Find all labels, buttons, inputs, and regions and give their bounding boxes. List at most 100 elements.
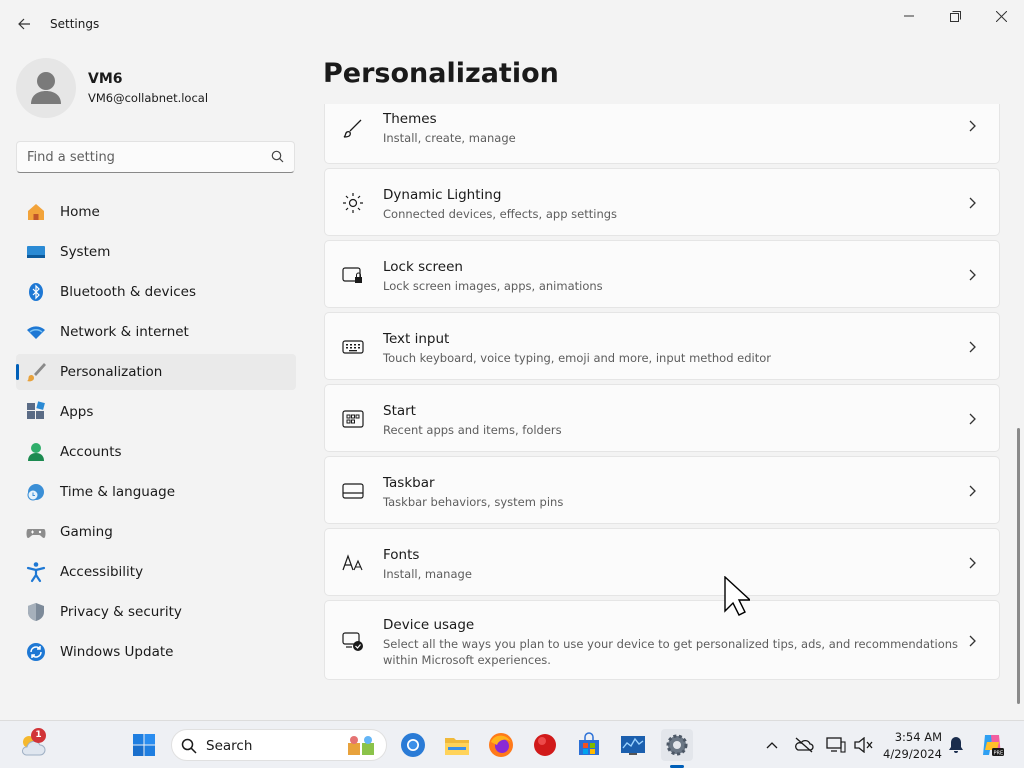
card-dynamic-lighting[interactable]: Dynamic Lighting Connected devices, effe… bbox=[324, 168, 1000, 236]
sidebar-item-time-language[interactable]: Time & language bbox=[16, 474, 296, 510]
page-title: Personalization bbox=[323, 58, 559, 89]
windows-logo-icon bbox=[133, 734, 155, 756]
gear-icon bbox=[666, 734, 688, 756]
sidebar-item-system[interactable]: System bbox=[16, 234, 296, 270]
paintbrush-icon bbox=[25, 361, 47, 383]
taskbar-file-explorer[interactable] bbox=[441, 729, 473, 761]
chevron-right-icon bbox=[967, 412, 979, 426]
sidebar-item-accessibility[interactable]: Accessibility bbox=[16, 554, 296, 590]
search-highlight-icon bbox=[348, 736, 374, 755]
sidebar-item-bluetooth[interactable]: Bluetooth & devices bbox=[16, 274, 296, 310]
home-icon bbox=[25, 201, 47, 223]
sidebar-item-label: Bluetooth & devices bbox=[60, 284, 197, 300]
scrollbar-thumb[interactable] bbox=[1017, 428, 1020, 704]
chevron-right-icon bbox=[967, 634, 979, 648]
settings-card-list: Themes Install, create, manage Dynamic L… bbox=[324, 104, 1000, 716]
restore-icon bbox=[949, 10, 961, 22]
card-device-usage[interactable]: Device usage Select all the ways you pla… bbox=[324, 600, 1000, 680]
sidebar-item-apps[interactable]: Apps bbox=[16, 394, 296, 430]
minimize-button[interactable] bbox=[886, 0, 932, 32]
search-input[interactable] bbox=[17, 142, 257, 172]
card-themes[interactable]: Themes Install, create, manage bbox=[324, 104, 1000, 164]
wifi-icon bbox=[25, 321, 47, 343]
chevron-right-icon bbox=[967, 340, 979, 354]
card-description: Connected devices, effects, app settings bbox=[383, 207, 618, 221]
card-start[interactable]: Start Recent apps and items, folders bbox=[324, 384, 1000, 452]
sidebar-item-windows-update[interactable]: Windows Update bbox=[16, 634, 296, 670]
taskbar-monitor-app[interactable] bbox=[617, 729, 649, 761]
copilot-icon: PRE bbox=[983, 735, 1004, 757]
svg-text:PRE: PRE bbox=[994, 751, 1004, 757]
bell-icon bbox=[949, 737, 963, 753]
sidebar-item-label: Gaming bbox=[60, 524, 113, 540]
sidebar-item-label: Windows Update bbox=[60, 644, 174, 660]
sidebar-item-label: Privacy & security bbox=[60, 604, 182, 620]
title-bar: Settings bbox=[0, 0, 1024, 48]
search-icon[interactable] bbox=[271, 150, 284, 167]
card-description: Recent apps and items, folders bbox=[383, 423, 562, 437]
start-button[interactable] bbox=[128, 729, 160, 761]
chevron-up-icon bbox=[766, 742, 778, 749]
card-title: Device usage bbox=[383, 617, 475, 633]
sidebar-item-label: Accounts bbox=[60, 444, 122, 460]
card-title: Text input bbox=[383, 331, 450, 347]
user-profile[interactable]: VM6 VM6@collabnet.local bbox=[16, 58, 296, 118]
chrome-icon bbox=[401, 733, 425, 757]
notifications-button[interactable] bbox=[944, 729, 968, 761]
chevron-right-icon bbox=[967, 556, 979, 570]
sidebar-item-privacy-security[interactable]: Privacy & security bbox=[16, 594, 296, 630]
user-email: VM6@collabnet.local bbox=[88, 91, 209, 105]
taskbar-red-app[interactable] bbox=[529, 729, 561, 761]
clock-time[interactable]: 3:54 AM bbox=[880, 730, 942, 744]
card-fonts[interactable]: Fonts Install, manage bbox=[324, 528, 1000, 596]
weather-notification-badge: 1 bbox=[31, 728, 46, 743]
sidebar-item-accounts[interactable]: Accounts bbox=[16, 434, 296, 470]
card-title: Lock screen bbox=[383, 259, 463, 275]
brush-icon bbox=[341, 117, 365, 141]
taskbar-search[interactable]: Search bbox=[171, 729, 387, 761]
card-lock-screen[interactable]: Lock screen Lock screen images, apps, an… bbox=[324, 240, 1000, 308]
sidebar-item-gaming[interactable]: Gaming bbox=[16, 514, 296, 550]
sidebar-item-home[interactable]: Home bbox=[16, 194, 296, 230]
accounts-icon bbox=[25, 441, 47, 463]
apps-icon bbox=[25, 401, 47, 423]
card-description: Lock screen images, apps, animations bbox=[383, 279, 603, 293]
chevron-right-icon bbox=[967, 484, 979, 498]
network-tray[interactable] bbox=[822, 729, 850, 761]
clock-date[interactable]: 4/29/2024 bbox=[880, 747, 942, 761]
lock-screen-icon bbox=[341, 263, 365, 287]
card-description: Touch keyboard, voice typing, emoji and … bbox=[383, 351, 772, 365]
taskbar: Search 3:54 AM 4/29/2024 PRE bbox=[0, 720, 1024, 768]
sidebar-item-personalization[interactable]: Personalization bbox=[16, 354, 296, 390]
firefox-icon bbox=[489, 733, 513, 757]
show-hidden-icons-button[interactable] bbox=[758, 729, 786, 761]
maximize-button[interactable] bbox=[932, 0, 978, 32]
card-title: Taskbar bbox=[383, 475, 435, 491]
user-silhouette-icon bbox=[31, 72, 61, 104]
accessibility-icon bbox=[25, 561, 47, 583]
taskbar-settings[interactable] bbox=[661, 729, 693, 761]
update-icon bbox=[25, 641, 47, 663]
card-description: Taskbar behaviors, system pins bbox=[383, 495, 564, 509]
taskbar-firefox[interactable] bbox=[485, 729, 517, 761]
sidebar-item-label: Accessibility bbox=[60, 564, 144, 580]
taskbar-store[interactable] bbox=[573, 729, 605, 761]
folder-icon bbox=[445, 738, 469, 755]
card-text-input[interactable]: Text input Touch keyboard, voice typing,… bbox=[324, 312, 1000, 380]
close-icon bbox=[995, 10, 1007, 22]
sidebar-item-label: Personalization bbox=[60, 364, 163, 380]
settings-search[interactable] bbox=[16, 141, 295, 173]
taskbar-chrome[interactable] bbox=[397, 729, 429, 761]
user-name: VM6 bbox=[88, 71, 123, 87]
card-taskbar[interactable]: Taskbar Taskbar behaviors, system pins bbox=[324, 456, 1000, 524]
volume-tray[interactable] bbox=[850, 729, 878, 761]
bluetooth-icon bbox=[25, 281, 47, 303]
fonts-icon bbox=[341, 551, 365, 575]
copilot-button[interactable]: PRE bbox=[976, 729, 1008, 761]
sidebar-item-network[interactable]: Network & internet bbox=[16, 314, 296, 350]
close-button[interactable] bbox=[978, 0, 1024, 32]
onedrive-tray[interactable] bbox=[790, 729, 818, 761]
back-button[interactable] bbox=[10, 10, 38, 38]
sidebar-item-label: Home bbox=[60, 204, 100, 220]
sidebar-item-label: Time & language bbox=[60, 484, 176, 500]
